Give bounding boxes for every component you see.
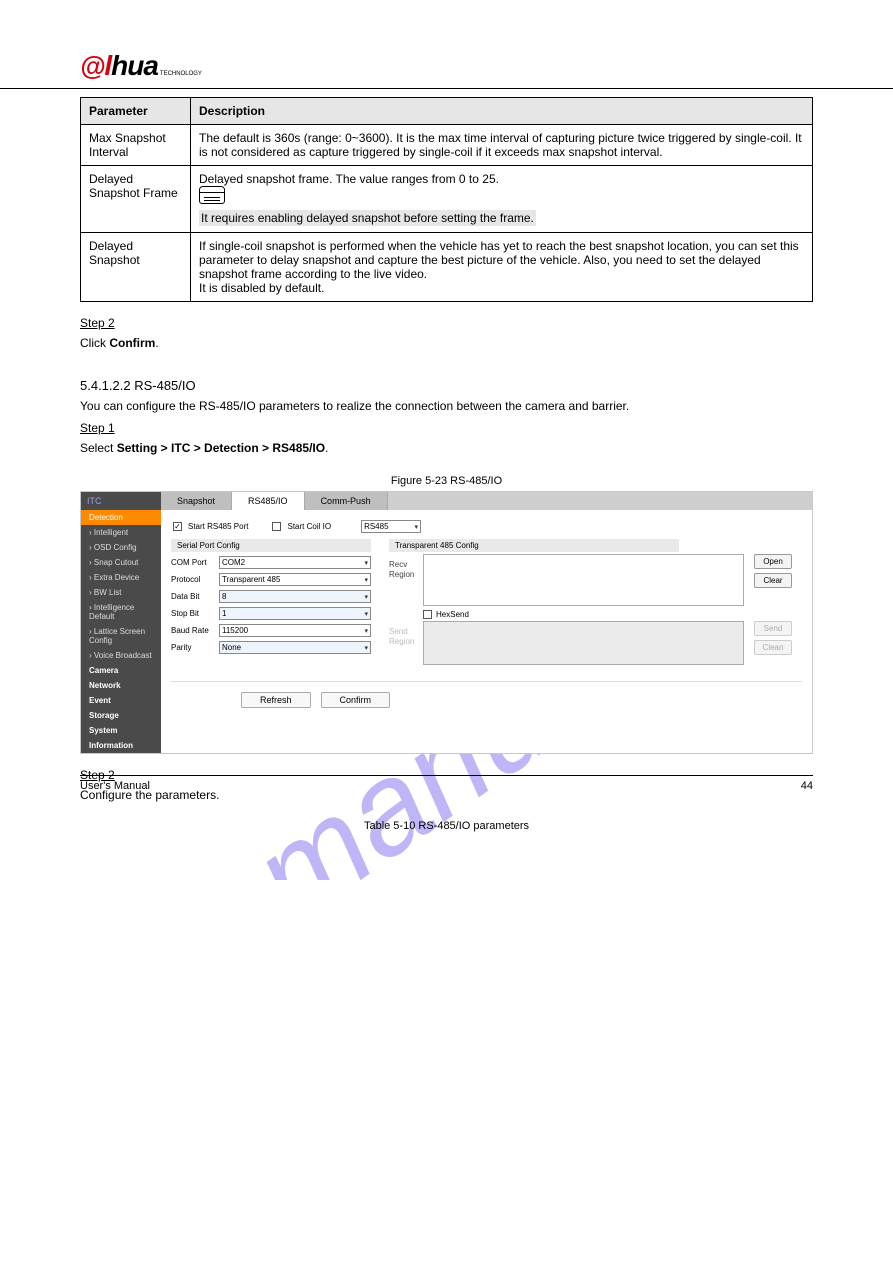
parameter-table-1: Parameter Description Max Snapshot Inter… (80, 97, 813, 302)
table-row: Delayed Snapshot Frame Delayed snapshot … (81, 166, 813, 233)
sidebar-item-lattice-screen[interactable]: Lattice Screen Config (81, 624, 161, 648)
step-2-label: Step 2 (80, 316, 813, 330)
serial-port-panel-title: Serial Port Config (171, 539, 371, 552)
step-1-label: Step 1 (80, 421, 813, 435)
recv-region-textbox[interactable] (423, 554, 744, 606)
desc-cell: If single-coil snapshot is performed whe… (191, 233, 813, 302)
desc-cell: The default is 360s (range: 0~3600). It … (191, 125, 813, 166)
com-port-label: COM Port (171, 558, 213, 567)
desc-text: Delayed snapshot frame. The value ranges… (199, 172, 499, 186)
start-rs485-checkbox[interactable] (173, 522, 182, 531)
table-header-description: Description (191, 98, 813, 125)
main-panel: Snapshot RS485/IO Comm-Push Start RS485 … (161, 492, 812, 753)
open-button[interactable]: Open (754, 554, 792, 569)
sidebar-item-intelligence-default[interactable]: Intelligence Default (81, 600, 161, 624)
baud-rate-select[interactable]: 115200▾ (219, 624, 371, 637)
hex-send-checkbox[interactable] (423, 610, 432, 619)
start-coil-io-label: Start Coil IO (287, 522, 331, 531)
table-header-parameter: Parameter (81, 98, 191, 125)
send-region-label: Send Region (389, 621, 419, 665)
send-button[interactable]: Send (754, 621, 792, 636)
sidebar-brand: ITC (81, 492, 161, 510)
stop-bit-label: Stop Bit (171, 609, 213, 618)
transparent-485-panel-title: Transparent 485 Config (389, 539, 679, 552)
sidebar-group-network[interactable]: Network (81, 678, 161, 693)
baud-rate-label: Baud Rate (171, 626, 213, 635)
send-region-textbox[interactable] (423, 621, 744, 665)
param-cell: Delayed Snapshot Frame (81, 166, 191, 233)
recv-region-label: Recv Region (389, 554, 419, 606)
desc-cell: Delayed snapshot frame. The value ranges… (191, 166, 813, 233)
step-2-text-end: . (155, 336, 158, 350)
brand-logo-sub: TECHNOLOGY (160, 71, 202, 77)
protocol-select[interactable]: Transparent 485▾ (219, 573, 371, 586)
sidebar-group-camera[interactable]: Camera (81, 663, 161, 678)
tab-comm-push[interactable]: Comm-Push (305, 492, 388, 510)
start-rs485-label: Start RS485 Port (188, 522, 248, 531)
param-cell: Max Snapshot Interval (81, 125, 191, 166)
sidebar-item-intelligent[interactable]: Intelligent (81, 525, 161, 540)
conn-type-select[interactable]: RS485▾ (361, 520, 421, 533)
step-2-confirm-word: Confirm (109, 336, 155, 350)
conn-type-value: RS485 (364, 522, 388, 531)
sidebar-group-system[interactable]: System (81, 723, 161, 738)
tab-snapshot[interactable]: Snapshot (161, 492, 232, 510)
note-icon (199, 186, 225, 204)
brand-logo: @lhua TECHNOLOGY (80, 50, 813, 82)
footer-page-number: 44 (801, 780, 813, 792)
confirm-button[interactable]: Confirm (321, 692, 391, 708)
step-1-body: Select Setting > ITC > Detection > RS485… (80, 439, 813, 457)
page-header: @lhua TECHNOLOGY (0, 0, 893, 89)
separator (171, 681, 802, 682)
param-cell: Delayed Snapshot (81, 233, 191, 302)
start-coil-io-checkbox[interactable] (272, 522, 281, 531)
data-bit-label: Data Bit (171, 592, 213, 601)
sidebar-item-detection[interactable]: Detection (81, 510, 161, 525)
sidebar-group-event[interactable]: Event (81, 693, 161, 708)
table-caption-2: Table 5-10 RS-485/IO parameters (80, 820, 813, 832)
sidebar-item-voice-broadcast[interactable]: Voice Broadcast (81, 648, 161, 663)
data-bit-select[interactable]: 8▾ (219, 590, 371, 603)
page-footer: User's Manual 44 (80, 775, 813, 792)
section-intro: You can configure the RS-485/IO paramete… (80, 397, 813, 415)
sidebar-item-extra-device[interactable]: Extra Device (81, 570, 161, 585)
section-heading: 5.4.1.2.2 RS-485/IO (80, 378, 813, 393)
parity-select[interactable]: None▾ (219, 641, 371, 654)
sidebar-item-snap-cutout[interactable]: Snap Cutout (81, 555, 161, 570)
protocol-label: Protocol (171, 575, 213, 584)
note-highlight: It requires enabling delayed snapshot be… (199, 210, 536, 226)
table-row: Delayed Snapshot If single-coil snapshot… (81, 233, 813, 302)
tab-bar: Snapshot RS485/IO Comm-Push (161, 492, 812, 510)
table-row: Max Snapshot Interval The default is 360… (81, 125, 813, 166)
clear-button[interactable]: Clear (754, 573, 792, 588)
refresh-button[interactable]: Refresh (241, 692, 311, 708)
tab-rs485-io[interactable]: RS485/IO (232, 492, 305, 510)
step-2-text: Click (80, 336, 109, 350)
sidebar: ITC Detection Intelligent OSD Config Sna… (81, 492, 161, 753)
stop-bit-select[interactable]: 1▾ (219, 607, 371, 620)
step-1-path: Select Setting > ITC > Detection > RS485… (80, 441, 328, 455)
sidebar-item-osd-config[interactable]: OSD Config (81, 540, 161, 555)
clean-button[interactable]: Clean (754, 640, 792, 655)
figure-caption: Figure 5-23 RS-485/IO (80, 475, 813, 487)
parity-label: Parity (171, 643, 213, 652)
sidebar-group-information[interactable]: Information (81, 738, 161, 753)
com-port-select[interactable]: COM2▾ (219, 556, 371, 569)
config-ui: ITC Detection Intelligent OSD Config Sna… (80, 491, 813, 754)
step-2-body: Click Confirm. (80, 334, 813, 352)
sidebar-group-storage[interactable]: Storage (81, 708, 161, 723)
hex-send-label: HexSend (436, 610, 469, 619)
footer-left: User's Manual (80, 780, 150, 792)
sidebar-item-bw-list[interactable]: BW List (81, 585, 161, 600)
